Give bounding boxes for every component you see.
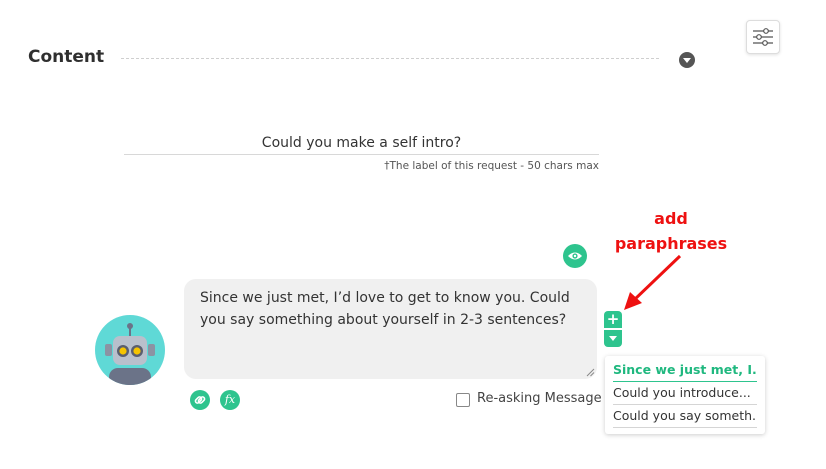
message-bubble[interactable]: Since we just met, I’d love to get to kn…	[184, 279, 597, 379]
annotation-line-1: add	[654, 209, 688, 228]
section-title: Content	[28, 47, 105, 67]
chevron-down-icon[interactable]	[679, 52, 695, 68]
message-line-1: Since we just met, I’d love to get to kn…	[200, 290, 570, 306]
link-icon	[194, 396, 206, 404]
annotation-arrow	[624, 254, 682, 310]
paraphrase-stepper[interactable]: +	[604, 311, 622, 347]
reasking-checkbox[interactable]	[456, 393, 470, 407]
filter-button[interactable]	[746, 20, 780, 54]
show-paraphrases-button[interactable]	[604, 330, 622, 347]
paraphrase-item[interactable]: Could you introduce...	[613, 382, 757, 405]
add-paraphrase-button[interactable]: +	[604, 311, 622, 328]
paraphrase-list: Since we just met, I... Could you introd…	[605, 356, 765, 434]
robot-avatar	[95, 315, 165, 385]
message-line-2: you say something about yourself in 2-3 …	[200, 312, 567, 328]
paraphrase-item[interactable]: Since we just met, I...	[613, 359, 757, 382]
preview-button[interactable]	[563, 244, 587, 268]
reasking-label: Re-asking Message	[477, 391, 602, 406]
fx-button[interactable]: fx	[220, 390, 240, 410]
sliders-icon	[753, 28, 773, 46]
paraphrase-item[interactable]: Could you say someth...	[613, 405, 757, 428]
eye-icon	[568, 252, 582, 260]
link-button[interactable]	[190, 390, 210, 410]
section-divider	[121, 58, 659, 59]
request-label-hint: †The label of this request - 50 chars ma…	[384, 160, 599, 172]
resize-handle-icon[interactable]	[585, 367, 595, 377]
request-label-input[interactable]	[124, 132, 599, 155]
